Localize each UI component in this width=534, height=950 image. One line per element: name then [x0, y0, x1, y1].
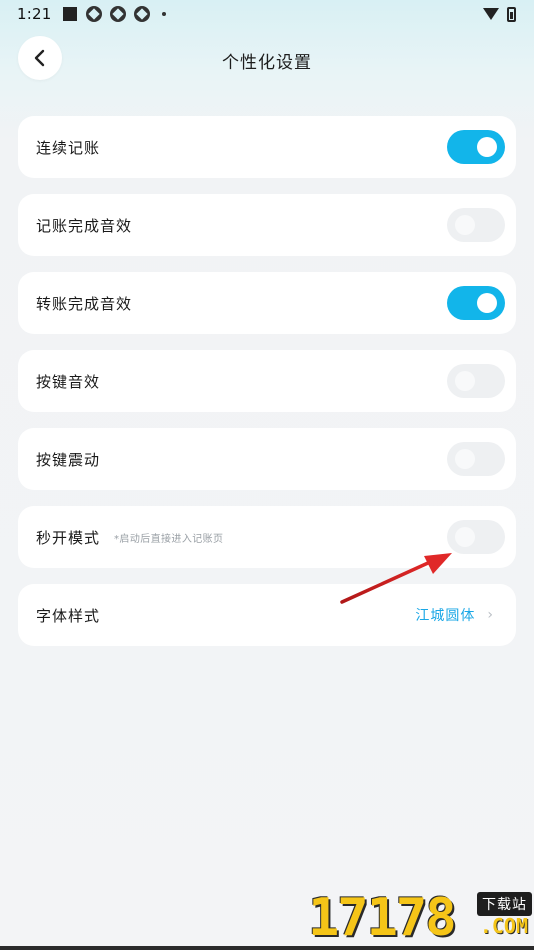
status-bar: 1:21: [0, 0, 534, 28]
transfer-complete-sound-toggle[interactable]: [447, 286, 505, 320]
notification-square-icon: [63, 7, 78, 21]
continuous-booking-toggle[interactable]: [447, 130, 505, 164]
setting-booking-complete-sound: 记账完成音效: [18, 194, 516, 256]
setting-transfer-complete-sound: 转账完成音效: [18, 272, 516, 334]
status-right: [483, 6, 516, 22]
toggle-knob: [477, 137, 497, 157]
key-vibration-toggle[interactable]: [447, 442, 505, 476]
chevron-right-icon: ›: [487, 607, 493, 623]
setting-label: 按键震动: [36, 450, 101, 469]
setting-label: 记账完成音效: [36, 216, 133, 235]
toggle-knob: [455, 527, 475, 547]
page-title: 个性化设置: [222, 53, 312, 73]
site-watermark: 17178 下载站 .COM: [308, 886, 534, 950]
watermark-badge: 下载站: [477, 892, 532, 916]
booking-complete-sound-toggle[interactable]: [447, 208, 505, 242]
app-notification-icon: [134, 6, 151, 22]
more-dot-icon: [162, 12, 167, 16]
toggle-knob: [455, 449, 475, 469]
battery-icon: [507, 6, 516, 22]
bottom-edge: [0, 946, 534, 950]
font-style-value[interactable]: 江城圆体: [415, 605, 475, 625]
setting-label: 字体样式: [36, 606, 101, 625]
toggle-knob: [455, 371, 475, 391]
setting-hint: *启动后直接进入记账页: [114, 533, 224, 545]
setting-label: 秒开模式: [36, 528, 101, 547]
setting-continuous-booking: 连续记账: [18, 116, 516, 178]
wifi-icon: [483, 8, 499, 20]
toggle-knob: [455, 215, 475, 235]
annotation-arrow: [340, 553, 452, 604]
status-time: 1:21: [17, 5, 52, 23]
setting-label: 按键音效: [36, 372, 101, 391]
setting-label: 转账完成音效: [36, 294, 133, 313]
watermark-domain: .COM: [479, 914, 528, 938]
app-notification-icon: [110, 6, 127, 22]
app-notification-icon: [86, 6, 103, 22]
header: 个性化设置: [0, 36, 534, 82]
setting-key-vibration: 按键震动: [18, 428, 516, 490]
setting-label: 连续记账: [36, 138, 101, 157]
toggle-knob: [477, 293, 497, 313]
setting-key-sound: 按键音效: [18, 350, 516, 412]
watermark-number: 17178: [308, 888, 457, 948]
key-sound-toggle[interactable]: [447, 364, 505, 398]
